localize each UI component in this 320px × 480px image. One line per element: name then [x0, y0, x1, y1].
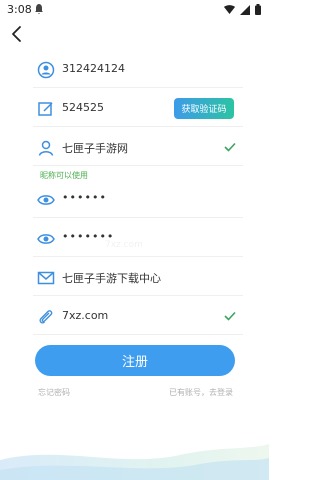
website-row[interactable]: 7xz.com [33, 300, 243, 335]
notification-icon [35, 4, 43, 14]
edit-icon [38, 102, 53, 116]
checkmark-icon [224, 142, 236, 152]
get-code-button[interactable]: 获取验证码 [174, 98, 234, 119]
back-arrow-icon[interactable] [8, 24, 28, 44]
status-time: 3:08 [7, 3, 32, 16]
nickname-hint: 昵称可以使用 [40, 171, 88, 180]
watermark-text: 7xz.com [105, 240, 143, 250]
nickname-field[interactable]: 七匣子手游网 [62, 140, 128, 156]
forgot-password-link[interactable]: 忘记密码 [38, 387, 70, 398]
checkmark-icon [224, 311, 236, 321]
register-button[interactable]: 注册 [35, 345, 235, 376]
paperclip-icon [39, 310, 53, 324]
person-icon [38, 140, 54, 156]
wifi-icon [224, 5, 235, 14]
user-card-icon [37, 61, 55, 79]
code-field[interactable]: 524525 [62, 101, 104, 114]
status-bar: 3:08 [0, 0, 269, 20]
password-row[interactable]: •••••• [33, 183, 243, 218]
email-field[interactable]: 七匣子手游下载中心 [62, 270, 161, 286]
eye-icon[interactable] [37, 191, 55, 209]
account-field[interactable]: 312424124 [62, 62, 125, 75]
account-row[interactable]: 312424124 [33, 53, 243, 88]
mail-icon [37, 271, 55, 285]
password-field[interactable]: •••••• [62, 191, 107, 204]
bottom-wave-decoration [0, 444, 269, 480]
website-field[interactable]: 7xz.com [62, 309, 108, 322]
nickname-row[interactable]: 七匣子手游网 [33, 131, 243, 166]
signal-icon [240, 4, 250, 15]
email-row[interactable]: 七匣子手游下载中心 [33, 261, 243, 296]
login-link[interactable]: 已有账号，去登录 [169, 387, 233, 398]
eye-icon[interactable] [37, 230, 55, 248]
battery-icon [255, 4, 261, 15]
